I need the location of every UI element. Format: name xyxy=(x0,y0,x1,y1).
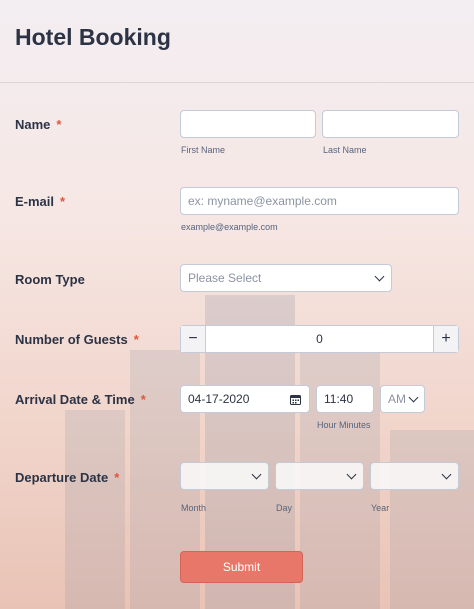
required-mark: * xyxy=(140,392,146,407)
room-type-value: Please Select xyxy=(188,271,262,285)
first-name-input[interactable] xyxy=(180,110,316,138)
chevron-down-icon xyxy=(441,469,452,480)
last-name-input[interactable] xyxy=(322,110,459,138)
departure-year-select[interactable] xyxy=(370,462,459,490)
required-mark: * xyxy=(133,332,139,347)
guests-value: 0 xyxy=(316,332,323,346)
arrival-label: Arrival Date & Time * xyxy=(15,392,146,407)
required-mark: * xyxy=(56,117,62,132)
calendar-icon[interactable] xyxy=(290,394,301,405)
submit-button[interactable]: Submit xyxy=(180,551,303,583)
room-type-label: Room Type xyxy=(15,272,85,287)
ampm-select[interactable]: AM xyxy=(380,385,425,413)
guests-stepper[interactable]: − 0 + xyxy=(180,325,459,353)
page-title: Hotel Booking xyxy=(15,24,171,50)
decrement-button[interactable]: − xyxy=(181,326,206,352)
divider xyxy=(0,82,474,83)
chevron-down-icon xyxy=(408,392,419,403)
first-name-sublabel: First Name xyxy=(181,145,226,155)
departure-label: Departure Date * xyxy=(15,470,120,485)
email-sublabel: example@example.com xyxy=(181,222,278,232)
chevron-down-icon xyxy=(346,469,357,480)
chevron-down-icon xyxy=(251,469,262,480)
arrival-date-value: 04-17-2020 xyxy=(188,392,250,406)
last-name-sublabel: Last Name xyxy=(323,145,367,155)
departure-day-select[interactable] xyxy=(275,462,364,490)
chevron-down-icon xyxy=(374,271,385,282)
month-sublabel: Month xyxy=(181,503,207,513)
day-sublabel: Day xyxy=(276,503,293,513)
name-label: Name * xyxy=(15,117,62,132)
required-mark: * xyxy=(60,194,66,209)
booking-form: Hotel Booking Name * First Name Last Name… xyxy=(0,0,474,609)
departure-month-select[interactable] xyxy=(180,462,269,490)
year-sublabel: Year xyxy=(371,503,390,513)
required-mark: * xyxy=(114,470,120,485)
arrival-time-value: 11:40 xyxy=(324,392,354,406)
email-label: E-mail * xyxy=(15,194,66,209)
email-input[interactable]: ex: myname@example.com xyxy=(180,187,459,215)
time-sublabel: Hour Minutes xyxy=(317,420,371,430)
guests-label: Number of Guests * xyxy=(15,332,139,347)
room-type-select[interactable]: Please Select xyxy=(180,264,392,292)
email-placeholder: ex: myname@example.com xyxy=(188,194,337,208)
arrival-date-input[interactable]: 04-17-2020 xyxy=(180,385,310,413)
increment-button[interactable]: + xyxy=(433,326,458,352)
arrival-time-input[interactable]: 11:40 xyxy=(316,385,374,413)
ampm-value: AM xyxy=(388,392,406,406)
